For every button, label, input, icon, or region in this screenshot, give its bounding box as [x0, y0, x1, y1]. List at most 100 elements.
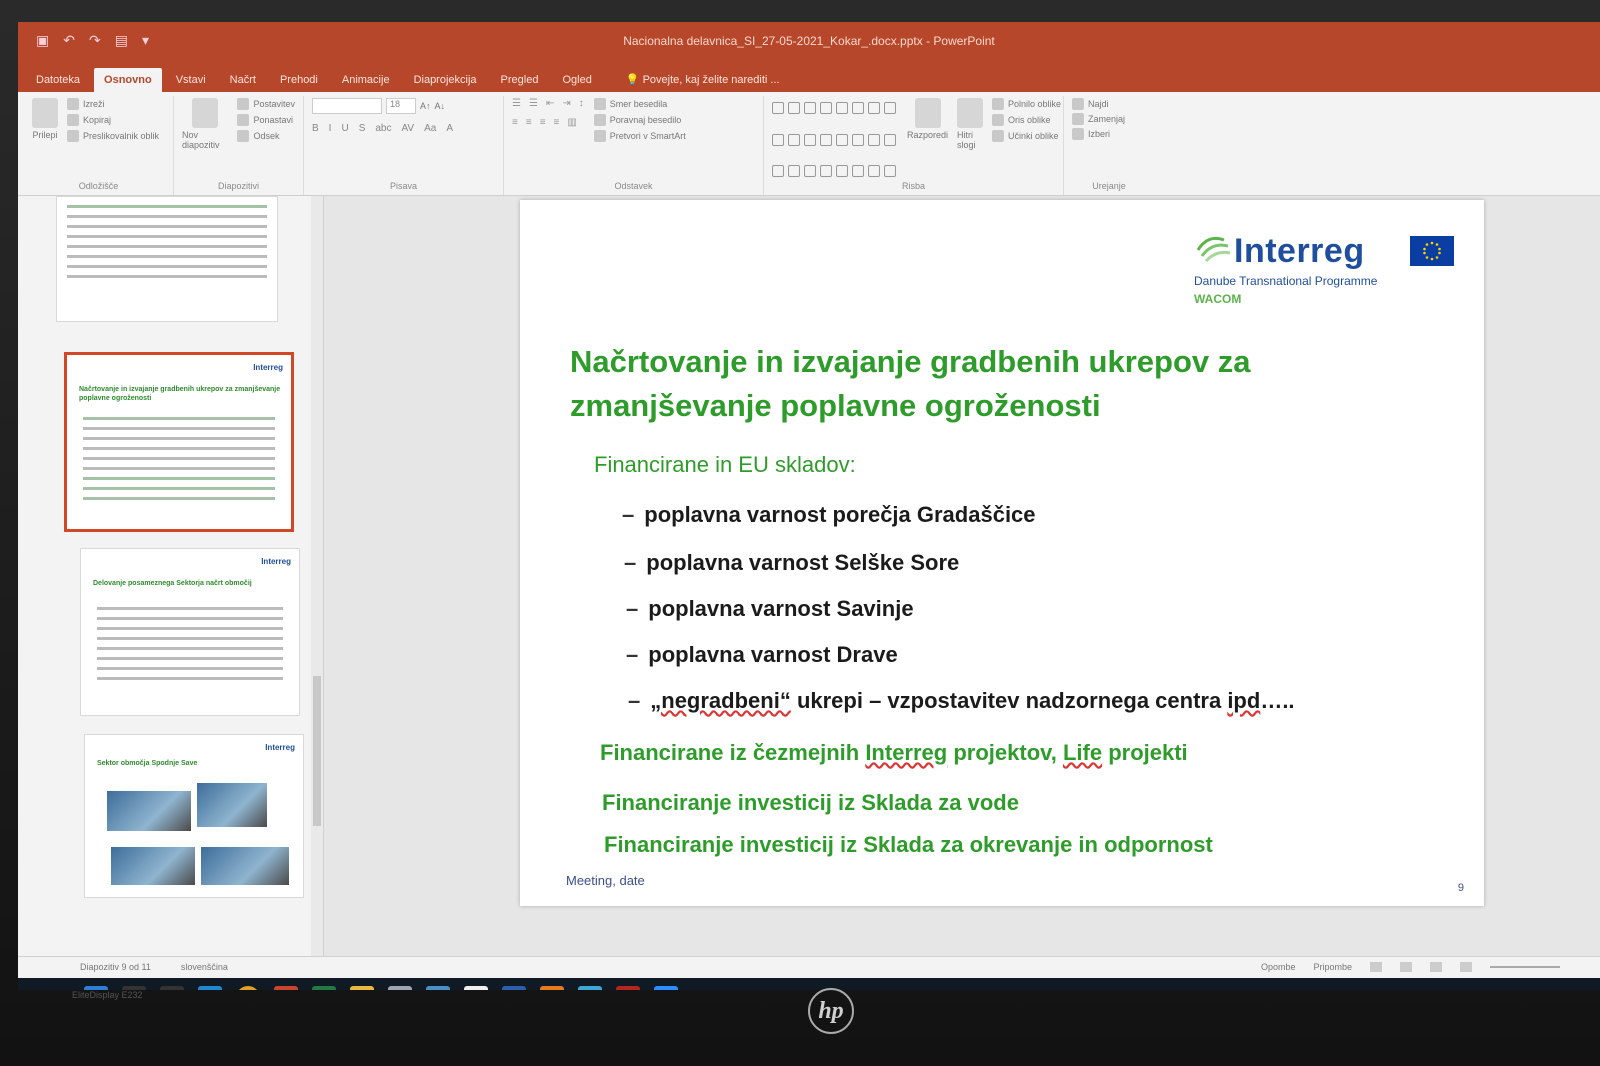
brush-icon — [67, 130, 79, 142]
convert-smartart-button[interactable]: Pretvori v SmartArt — [593, 130, 686, 142]
edge-icon[interactable] — [198, 986, 222, 990]
tab-view[interactable]: Ogled — [552, 68, 601, 92]
cut-button[interactable]: Izreži — [67, 98, 159, 110]
copy-button[interactable]: Kopiraj — [67, 114, 159, 126]
tell-me-search[interactable]: 💡 Povejte, kaj želite narediti ... — [616, 67, 790, 92]
language-indicator[interactable]: slovenščina — [181, 962, 228, 972]
italic-icon[interactable]: I — [329, 123, 332, 134]
editing-group: Najdi Zamenjaj Izberi Urejanje — [1064, 96, 1154, 195]
notes-button[interactable]: Opombe — [1261, 962, 1296, 972]
tab-file[interactable]: Datoteka — [26, 68, 90, 92]
zoom-slider[interactable] — [1490, 966, 1560, 968]
slide-thumbnail-11[interactable]: 11 Interreg Sektor območja Spodnje Save — [84, 734, 304, 898]
shape-effects-button[interactable]: Učinki oblike — [992, 130, 1061, 142]
clipboard-group-label: Odložišče — [78, 181, 119, 191]
justify-icon[interactable]: ≡ — [554, 117, 560, 128]
text-direction-button[interactable]: Smer besedila — [593, 98, 686, 110]
align-left-icon[interactable]: ≡ — [512, 117, 518, 128]
thumbnail-scrollbar[interactable] — [311, 196, 323, 956]
underline-icon[interactable]: U — [341, 123, 348, 134]
align-text-button[interactable]: Poravnaj besedilo — [593, 114, 686, 126]
slide-thumbnail-9[interactable]: 9 Interreg Načrtovanje in izvajanje grad… — [64, 352, 294, 532]
tab-transitions[interactable]: Prehodi — [270, 68, 328, 92]
zoom-icon[interactable] — [654, 986, 678, 990]
paste-button[interactable]: Prilepi — [32, 98, 58, 193]
editing-group-label: Urejanje — [1092, 181, 1126, 191]
tab-animations[interactable]: Animacije — [332, 68, 400, 92]
comments-button[interactable]: Pripombe — [1313, 962, 1352, 972]
shadow-icon[interactable]: S — [359, 123, 366, 134]
reading-view-icon[interactable] — [1430, 962, 1442, 972]
slide-canvas[interactable]: Interreg Danube Transnational Programme … — [520, 200, 1484, 906]
shape-fill-button[interactable]: Polnilo oblike — [992, 98, 1061, 110]
numbering-icon[interactable]: ☰ — [529, 98, 538, 109]
indent-decrease-icon[interactable]: ⇤ — [546, 98, 554, 109]
vlc-icon[interactable] — [540, 986, 564, 990]
spacing-icon[interactable]: AV — [401, 123, 414, 134]
monitor-frame: ▣ ↶ ↷ ▤ ▾ Nacionalna delavnica_SI_27-05-… — [0, 0, 1600, 1066]
strikethrough-icon[interactable]: abc — [375, 123, 391, 134]
shape-outline-label: Oris oblike — [1008, 115, 1051, 125]
tab-review[interactable]: Pregled — [491, 68, 549, 92]
new-slide-button[interactable]: Nov diapozitiv — [182, 98, 228, 193]
align-text-label: Poravnaj besedilo — [609, 115, 682, 125]
file-explorer-icon[interactable] — [350, 986, 374, 990]
paste-icon — [32, 98, 58, 128]
columns-icon[interactable]: ▥ — [567, 117, 576, 128]
slideshow-view-icon[interactable] — [1460, 962, 1472, 972]
bullets-icon[interactable]: ☰ — [512, 98, 521, 109]
layout-button[interactable]: Postavitev — [237, 98, 295, 110]
word-icon[interactable] — [502, 986, 526, 990]
slide-thumbnail-10[interactable]: 10 Interreg Delovanje posameznega Sektor… — [80, 548, 300, 716]
app-icon[interactable] — [578, 986, 602, 990]
shrink-font-icon[interactable]: A↓ — [435, 98, 446, 114]
dash-icon: – — [622, 502, 635, 527]
font-size-input[interactable]: 18 — [386, 98, 416, 114]
tab-design[interactable]: Načrt — [220, 68, 266, 92]
align-right-icon[interactable]: ≡ — [540, 117, 546, 128]
arrange-button[interactable]: Razporedi — [907, 98, 948, 193]
find-button[interactable]: Najdi — [1072, 98, 1146, 110]
select-label: Izberi — [1088, 129, 1111, 139]
select-button[interactable]: Izberi — [1072, 128, 1146, 140]
tab-home[interactable]: Osnovno — [94, 68, 162, 92]
line-spacing-icon[interactable]: ↕ — [579, 98, 584, 109]
copy-label: Kopiraj — [83, 115, 112, 125]
quick-styles-button[interactable]: Hitri slogi — [957, 98, 984, 193]
normal-view-icon[interactable] — [1370, 962, 1382, 972]
section-button[interactable]: Odsek — [237, 130, 295, 142]
hp-logo: hp — [808, 988, 854, 1034]
tab-slideshow[interactable]: Diaprojekcija — [404, 68, 487, 92]
eu-flag-icon — [1410, 236, 1454, 266]
bold-icon[interactable]: B — [312, 123, 319, 134]
font-name-input[interactable] — [312, 98, 382, 114]
align-center-icon[interactable]: ≡ — [526, 117, 532, 128]
sorter-view-icon[interactable] — [1400, 962, 1412, 972]
format-painter-button[interactable]: Preslikovalnik oblik — [67, 130, 159, 142]
thumbnail-pane: 9 Interreg Načrtovanje in izvajanje grad… — [18, 196, 324, 956]
grow-font-icon[interactable]: A↑ — [420, 98, 431, 114]
chrome-icon[interactable] — [236, 986, 260, 990]
arrange-label: Razporedi — [907, 130, 949, 140]
case-icon[interactable]: Aa — [424, 123, 436, 134]
shapes-gallery[interactable] — [772, 102, 896, 193]
acrobat-icon[interactable] — [616, 986, 640, 990]
slide-thumbnail-8[interactable] — [56, 196, 278, 322]
excel-icon[interactable] — [312, 986, 336, 990]
thumb-photo — [111, 847, 195, 885]
shape-outline-button[interactable]: Oris oblike — [992, 114, 1061, 126]
indent-increase-icon[interactable]: ⇥ — [562, 98, 570, 109]
app-icon[interactable] — [388, 986, 412, 990]
task-view-icon[interactable] — [160, 986, 184, 990]
reset-button[interactable]: Ponastavi — [237, 114, 295, 126]
sticky-notes-icon[interactable] — [464, 986, 488, 990]
lightbulb-icon: 💡 — [625, 74, 640, 86]
slide-page-number: 9 — [1457, 882, 1464, 894]
font-color-icon[interactable]: A — [446, 123, 453, 134]
powerpoint-icon[interactable] — [274, 986, 298, 990]
replace-button[interactable]: Zamenjaj — [1072, 113, 1146, 125]
scrollbar-thumb[interactable] — [313, 676, 321, 826]
bullet-text: ukrepi – vzpostavitev nadzornega centra — [790, 688, 1228, 713]
tab-insert[interactable]: Vstavi — [166, 68, 216, 92]
app-icon[interactable] — [426, 986, 450, 990]
